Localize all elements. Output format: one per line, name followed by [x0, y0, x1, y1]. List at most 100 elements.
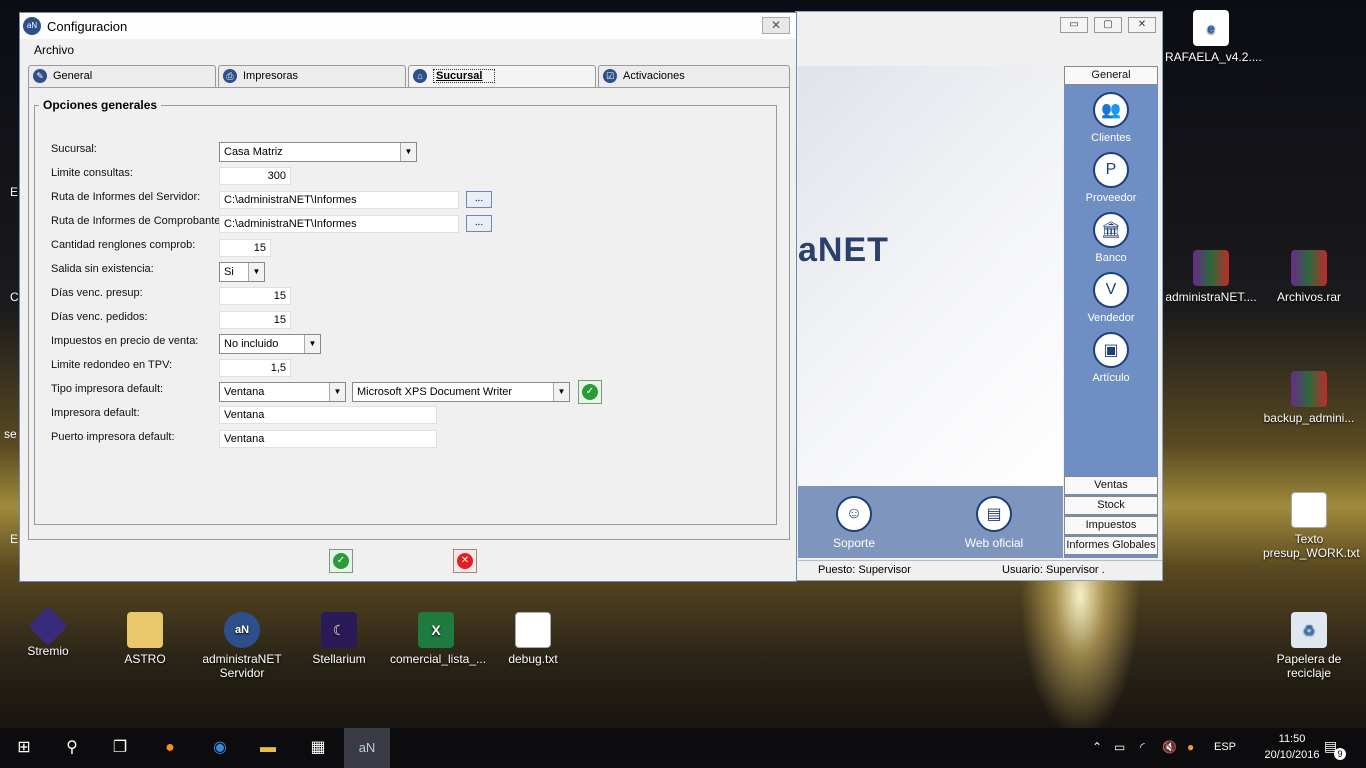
desktop-icon-texto[interactable]: Texto presup_WORK.txt	[1263, 492, 1360, 560]
clock-date[interactable]: 20/10/2016	[1252, 749, 1332, 761]
configuracion-dialog[interactable]: aN Configuracion ✕ Archivo ✎ General ⎙ I…	[19, 12, 797, 582]
cancel-button[interactable]: ✕	[453, 549, 477, 573]
sidebar-item-label: Artículo	[1092, 372, 1130, 384]
minimize-button[interactable]: ▭	[1060, 17, 1088, 33]
app-tray-icon[interactable]: ●	[1187, 740, 1194, 754]
sidebar-impuestos-button[interactable]: Impuestos	[1064, 516, 1158, 535]
venc-pedidos-input[interactable]: 15	[219, 311, 291, 329]
impresora-input[interactable]: Ventana	[219, 406, 437, 424]
text-file-icon	[1291, 492, 1327, 528]
maximize-button[interactable]: ▢	[1094, 17, 1122, 33]
chevron-down-icon[interactable]: ▼	[400, 143, 416, 161]
browse-comprobantes-button[interactable]: ...	[466, 215, 492, 232]
desktop-icon-label: administraNET Servidor	[202, 652, 282, 680]
venc-pedidos-label: Días venc. pedidos:	[51, 311, 148, 323]
browser-icon[interactable]: ◉	[208, 736, 232, 760]
recycle-bin-icon: ♻	[1291, 612, 1327, 648]
administranet-main-window[interactable]: ▭ ▢ ✕ aNET ☺ Soporte ▤ Web oficial Gener…	[795, 11, 1163, 581]
close-button[interactable]: ✕	[1128, 17, 1156, 33]
desktop-icon-astro[interactable]: ASTRO	[99, 612, 191, 666]
desktop-icon-label: Stellarium	[312, 652, 366, 666]
dialog-titlebar[interactable]: aN Configuracion ✕	[20, 13, 796, 39]
sucursal-select[interactable]: Casa Matriz ▼	[219, 142, 417, 162]
rar-archive-icon	[1291, 371, 1327, 407]
desktop-edge-label: E	[10, 185, 19, 199]
main-window-titlebar[interactable]: ▭ ▢ ✕	[796, 12, 1162, 40]
tab-sucursal[interactable]: ⌂ Sucursal	[408, 65, 596, 87]
venc-presup-input[interactable]: 15	[219, 287, 291, 305]
accept-button[interactable]: ✓	[329, 549, 353, 573]
desktop-icon-administranet-rar[interactable]: administraNET....	[1165, 250, 1257, 304]
task-view-icon[interactable]: ❐	[108, 736, 132, 760]
sidebar-stock-button[interactable]: Stock	[1064, 496, 1158, 515]
sidebar-item-proveedor[interactable]: P Proveedor	[1064, 152, 1158, 204]
windows-start-icon[interactable]: ⊞	[12, 736, 36, 760]
ruta-servidor-input[interactable]: C:\administraNET\Informes	[219, 191, 459, 209]
renglones-input[interactable]: 15	[219, 239, 271, 257]
desktop-icon-debug[interactable]: debug.txt	[487, 612, 579, 666]
chevron-down-icon[interactable]: ▼	[304, 335, 320, 353]
box-icon: ▣	[1093, 332, 1129, 368]
close-icon[interactable]: ✕	[762, 17, 790, 34]
desktop-icon-administranet-servidor[interactable]: aN administraNET Servidor	[196, 612, 288, 680]
battery-icon[interactable]: ▭	[1114, 740, 1125, 754]
sidebar-informes-globales-button[interactable]: Informes Globales	[1064, 536, 1158, 555]
soporte-button[interactable]: ☺ Soporte	[804, 496, 904, 550]
salida-select[interactable]: Si ▼	[219, 262, 265, 282]
tab-impresoras[interactable]: ⎙ Impresoras	[218, 65, 406, 87]
confirm-printer-button[interactable]: ✓	[578, 380, 602, 404]
desktop-icon-stremio[interactable]: Stremio	[2, 606, 94, 658]
redondeo-input[interactable]: 1,5	[219, 359, 291, 377]
tab-label: Sucursal	[433, 69, 496, 83]
wifi-icon[interactable]: ◜	[1140, 740, 1145, 754]
desktop-icon-stellarium[interactable]: ☾ Stellarium	[293, 612, 385, 666]
chevron-down-icon[interactable]: ▼	[248, 263, 264, 281]
ruta-comprobantes-input[interactable]: C:\administraNET\Informes	[219, 215, 459, 233]
sidebar-ventas-button[interactable]: Ventas	[1064, 476, 1158, 495]
administranet-taskbar-icon[interactable]: aN	[344, 728, 390, 768]
desktop-icon-comercial-lista[interactable]: X comercial_lista_...	[390, 612, 487, 666]
limite-consultas-input[interactable]: 300	[219, 167, 291, 185]
sidebar-item-clientes[interactable]: 👥 Clientes	[1064, 92, 1158, 144]
venc-presup-label: Días venc. presup:	[51, 287, 143, 299]
sidebar-item-vendedor[interactable]: V Vendedor	[1064, 272, 1158, 324]
browse-servidor-button[interactable]: ...	[466, 191, 492, 208]
sucursal-value: Casa Matriz	[224, 146, 283, 158]
tab-activaciones[interactable]: ☑ Activaciones	[598, 65, 790, 87]
desktop-icon-recycle-bin[interactable]: ♻ Papelera de reciclaje	[1263, 612, 1355, 680]
impuestos-select[interactable]: No incluido ▼	[219, 334, 321, 354]
file-explorer-icon[interactable]: ▬	[256, 736, 280, 760]
main-status-bar: Puesto: Supervisor Usuario: Supervisor .	[798, 560, 1162, 580]
menu-archivo[interactable]: Archivo	[34, 43, 74, 57]
tab-general[interactable]: ✎ General	[28, 65, 216, 87]
sidebar-general-button[interactable]: General	[1064, 66, 1158, 85]
tipo-impresora-select[interactable]: Ventana ▼	[219, 382, 346, 402]
volume-muted-icon[interactable]: 🔇	[1162, 740, 1177, 754]
impuestos-label: Impuestos en precio de venta:	[51, 335, 199, 347]
desktop-icon-label: comercial_lista_...	[390, 652, 487, 666]
sucursal-panel: Opciones generales Sucursal: Casa Matriz…	[28, 87, 790, 540]
printer-select[interactable]: Microsoft XPS Document Writer ▼	[352, 382, 570, 402]
desktop-icon-rafaela[interactable]: e RAFAELA_v4.2....	[1165, 10, 1262, 64]
sucursal-label: Sucursal:	[51, 143, 97, 155]
web-oficial-button[interactable]: ▤ Web oficial	[944, 496, 1044, 550]
chevron-down-icon[interactable]: ▼	[329, 383, 345, 401]
desktop-icon-archivos-rar[interactable]: Archivos.rar	[1263, 250, 1355, 304]
calculator-icon[interactable]: ▦	[306, 736, 330, 760]
notification-count-badge: 9	[1334, 748, 1346, 760]
sidebar-item-articulo[interactable]: ▣ Artículo	[1064, 332, 1158, 384]
chevron-down-icon[interactable]: ▼	[553, 383, 569, 401]
puerto-input[interactable]: Ventana	[219, 430, 437, 448]
sidebar-item-label: Proveedor	[1085, 192, 1137, 204]
desktop-icon-backup[interactable]: backup_admini...	[1263, 371, 1355, 425]
clients-icon: 👥	[1093, 92, 1129, 128]
desktop-edge-label: E	[10, 532, 19, 546]
clock-time[interactable]: 11:50	[1262, 733, 1322, 745]
search-icon[interactable]: ⚲	[60, 736, 84, 760]
sidebar-item-banco[interactable]: 🏛 Banco	[1064, 212, 1158, 264]
tray-chevron-up-icon[interactable]: ⌃	[1092, 740, 1102, 754]
supplier-icon: P	[1093, 152, 1129, 188]
tab-label: Activaciones	[623, 70, 685, 82]
firefox-icon[interactable]: ●	[158, 736, 182, 760]
language-indicator[interactable]: ESP	[1214, 741, 1236, 753]
